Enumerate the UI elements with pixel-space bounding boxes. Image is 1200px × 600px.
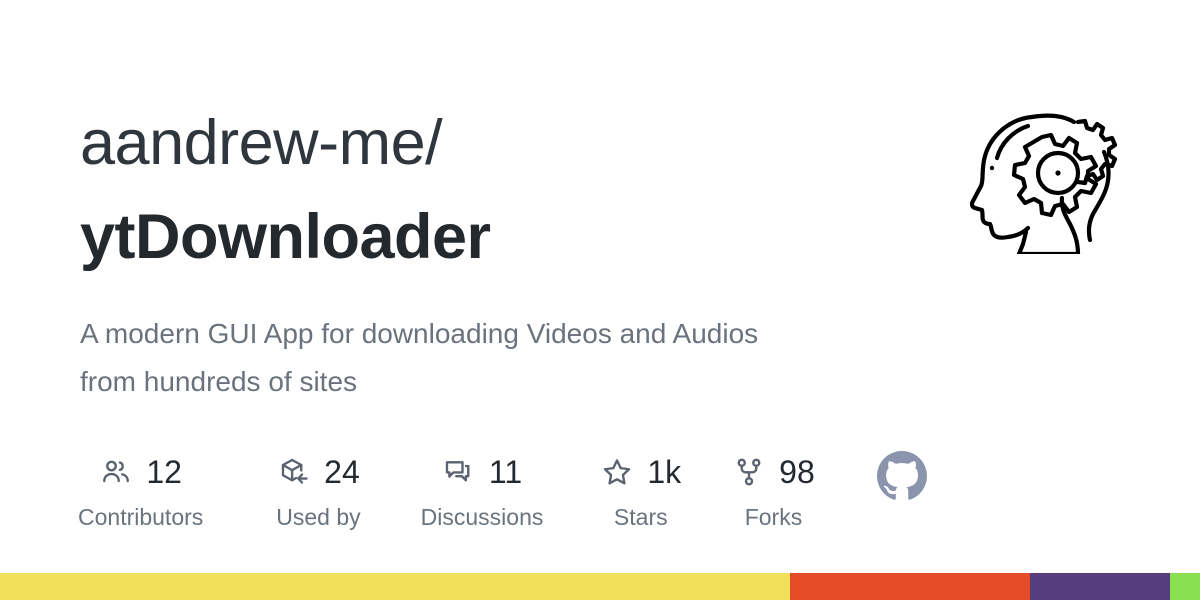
stat-discussions[interactable]: 11 Discussions [421,450,544,531]
header: aandrew-me/ ytDownloader [80,96,1120,284]
repo-owner[interactable]: aandrew-me/ [80,96,491,190]
stat-used-by[interactable]: 24 Used by [276,450,360,531]
stat-value: 11 [488,454,523,490]
head-with-gears-icon [970,104,1120,254]
page-title: aandrew-me/ ytDownloader [80,96,491,284]
repo-description: A modern GUI App for downloading Videos … [80,318,759,397]
stat-top: 24 [277,450,360,494]
stat-top: 12 [99,450,182,494]
language-color-bar [0,573,1200,600]
stat-label: Discussions [420,504,544,530]
language-segment-purple [1030,573,1170,600]
stat-forks[interactable]: 98 Forks [732,450,815,531]
people-icon [99,455,133,489]
stat-top: 98 [732,450,815,494]
package-used-by-icon [277,455,311,489]
stat-value: 98 [779,454,815,490]
stat-top: 11 [442,450,522,494]
language-segment-javascript [0,573,790,600]
stat-contributors[interactable]: 12 Contributors [78,450,203,531]
stat-value: 12 [146,454,182,490]
repo-forked-icon [732,455,766,489]
stat-top: 1k [600,450,681,494]
stat-label: Used by [276,504,361,530]
github-octocat-icon [876,451,927,501]
language-segment-html [790,573,1030,600]
language-segment-green [1170,573,1200,600]
stat-label: Contributors [78,504,204,530]
comment-discussion-icon [442,455,476,489]
repo-social-preview-card: aandrew-me/ ytDownloader A modern GUI Ap… [0,0,1200,600]
repo-name[interactable]: ytDownloader [80,190,491,284]
stat-value: 24 [324,454,360,490]
stat-label: Forks [744,504,803,530]
stat-value: 1k [647,454,682,490]
stat-stars[interactable]: 1k Stars [600,450,681,531]
star-icon [600,455,634,489]
repo-stats: 12 Contributors 24 Used by 11 Discussion… [78,450,1138,531]
stat-label: Stars [613,504,668,530]
